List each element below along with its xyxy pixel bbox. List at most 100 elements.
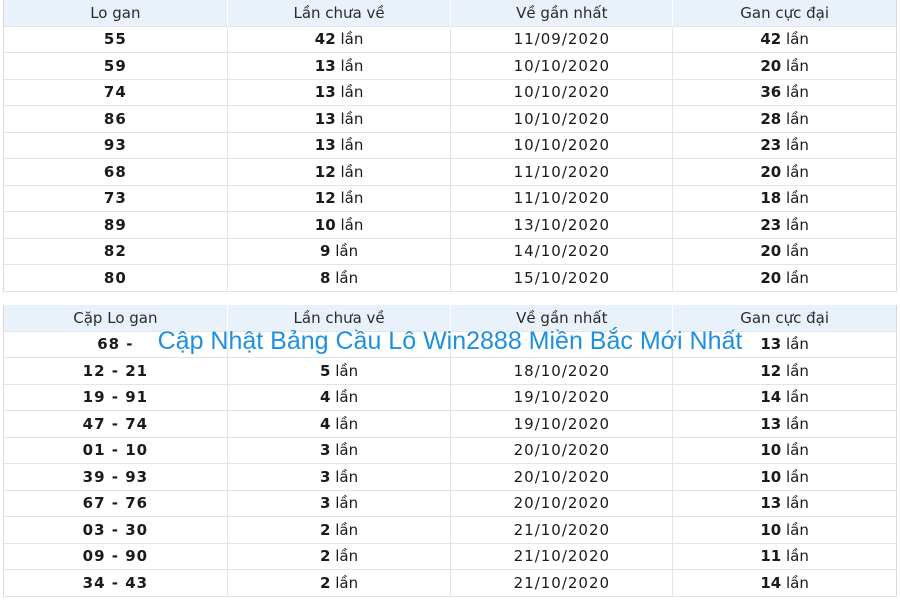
max-unit: lần <box>786 467 809 486</box>
count-value: 13 <box>314 109 336 128</box>
ve-gan-nhat-cell: 19/10/2020 <box>450 383 674 411</box>
count-unit: lần <box>340 162 364 181</box>
count-value: 12 <box>314 189 336 208</box>
lo-number-cell: 68 <box>3 158 228 185</box>
lo-number-cell: 82 <box>3 237 228 265</box>
ve-gan-nhat-cell: 21/10/2020 <box>450 516 674 543</box>
max-value: 10 <box>760 467 782 486</box>
max-value: 13 <box>760 335 782 354</box>
max-value: 20 <box>760 242 782 261</box>
max-unit: lần <box>786 242 809 261</box>
count-value: 13 <box>314 136 336 155</box>
lan-chua-ve-cell: 10 lần <box>227 211 452 238</box>
ve-gan-nhat-cell: 20/10/2020 <box>450 436 674 464</box>
gan-cuc-dai-cell: 20 lần <box>672 264 897 292</box>
ve-gan-nhat-cell: 21/10/2020 <box>450 569 674 597</box>
count-value: 2 <box>320 520 331 539</box>
lan-chua-ve-cell: 13 lần <box>227 52 452 79</box>
count-value: 3 <box>320 467 331 486</box>
count-value: 4 <box>320 388 331 407</box>
lo-number-cell: 68 - <box>3 330 228 358</box>
table-row: 09 - 90 2 lần 21/10/2020 11 lần <box>3 542 897 570</box>
count-unit: lần <box>335 441 359 460</box>
header-ve-gan-nhat: Về gần nhất <box>450 0 674 26</box>
lo-gan-table-body: 55 42 lần 11/09/2020 42 lần 59 13 lần 10/10/20… <box>3 25 897 292</box>
count-unit: lần <box>340 109 364 128</box>
lan-chua-ve-cell: 12 lần <box>227 184 452 212</box>
lo-number-cell: 59 <box>3 52 228 79</box>
lan-chua-ve-cell: 13 lần <box>227 105 452 132</box>
lo-number-cell: 74 <box>3 78 228 106</box>
count-unit: lần <box>335 388 359 407</box>
ve-gan-nhat-cell: 10/10/2020 <box>450 105 674 132</box>
max-unit: lần <box>786 361 809 380</box>
lo-number-cell: 39 - 93 <box>3 463 228 490</box>
lo-number-cell: 12 - 21 <box>3 357 228 384</box>
table-row: 03 - 30 2 lần 21/10/2020 10 lần <box>3 516 897 543</box>
ve-gan-nhat-cell: 13/10/2020 <box>450 211 674 238</box>
max-value: 42 <box>760 30 782 49</box>
count-unit: lần <box>335 467 359 486</box>
table-header-row: Cặp Lo gan Lần chưa về Về gần nhất Gan c… <box>3 305 897 331</box>
header-lo-gan: Lo gan <box>3 0 228 26</box>
max-unit: lần <box>786 388 809 407</box>
count-unit: lần <box>335 494 359 513</box>
gan-cuc-dai-cell: 42 lần <box>672 25 897 53</box>
table-row: 19 - 91 4 lần 19/10/2020 14 lần <box>3 383 897 411</box>
max-value: 14 <box>760 573 782 592</box>
lo-number-cell: 89 <box>3 211 228 238</box>
ve-gan-nhat-cell: 11/10/2020 <box>450 184 674 212</box>
count-unit: lần <box>335 361 359 380</box>
gan-cuc-dai-cell: 11 lần <box>672 542 897 570</box>
max-value: 23 <box>760 215 782 234</box>
count-unit: lần <box>340 56 364 75</box>
gan-cuc-dai-cell: 36 lần <box>672 78 897 106</box>
ve-gan-nhat-cell: 10/10/2020 <box>450 52 674 79</box>
lan-chua-ve-cell: 8 lần <box>227 264 452 292</box>
table-header-row: Lo gan Lần chưa về Về gần nhất Gan cực đ… <box>3 0 897 26</box>
max-unit: lần <box>786 494 809 513</box>
count-unit: lần <box>340 83 364 102</box>
max-value: 20 <box>760 162 782 181</box>
max-value: 10 <box>760 441 782 460</box>
count-value: 8 <box>320 268 331 287</box>
count-value: 13 <box>314 83 336 102</box>
gan-cuc-dai-cell: 23 lần <box>672 131 897 159</box>
table-row: 67 - 76 3 lần 20/10/2020 13 lần <box>3 489 897 517</box>
max-value: 28 <box>760 109 782 128</box>
lan-chua-ve-cell <box>227 330 452 358</box>
ve-gan-nhat-cell: 20/10/2020 <box>450 489 674 517</box>
max-unit: lần <box>786 83 809 102</box>
lan-chua-ve-cell: 13 lần <box>227 78 452 106</box>
max-value: 14 <box>760 388 782 407</box>
max-unit: lần <box>786 30 809 49</box>
gan-cuc-dai-cell: 14 lần <box>672 383 897 411</box>
lan-chua-ve-cell: 5 lần <box>227 357 452 384</box>
table-row: 34 - 43 2 lần 21/10/2020 14 lần <box>3 569 897 597</box>
max-unit: lần <box>786 268 809 287</box>
ve-gan-nhat-cell: 10/10/2020 <box>450 78 674 106</box>
count-value: 13 <box>314 56 336 75</box>
gan-cuc-dai-cell: 14 lần <box>672 569 897 597</box>
header-gan-cuc-dai: Gan cực đại <box>672 0 897 26</box>
max-value: 36 <box>760 83 782 102</box>
count-unit: lần <box>335 547 359 566</box>
lan-chua-ve-cell: 42 lần <box>227 25 452 53</box>
count-unit: lần <box>335 242 359 261</box>
max-unit: lần <box>786 136 809 155</box>
max-value: 10 <box>760 520 782 539</box>
lan-chua-ve-cell: 4 lần <box>227 383 452 411</box>
count-unit: lần <box>335 268 359 287</box>
lo-gan-table: Lo gan Lần chưa về Về gần nhất Gan cực đ… <box>3 0 897 292</box>
cap-lo-gan-table-body: 68 -13 lần 12 - 21 5 lần 18/10/2020 12 lần 19… <box>3 330 897 597</box>
max-unit: lần <box>786 414 809 433</box>
count-value: 3 <box>320 441 331 460</box>
lo-number-cell: 55 <box>3 25 228 53</box>
gan-cuc-dai-cell: 10 lần <box>672 463 897 490</box>
lo-number-cell: 93 <box>3 131 228 159</box>
lo-number-cell: 03 - 30 <box>3 516 228 543</box>
max-unit: lần <box>786 520 809 539</box>
page: Lo gan Lần chưa về Về gần nhất Gan cực đ… <box>0 0 900 600</box>
max-value: 12 <box>760 361 782 380</box>
count-value: 5 <box>320 361 331 380</box>
